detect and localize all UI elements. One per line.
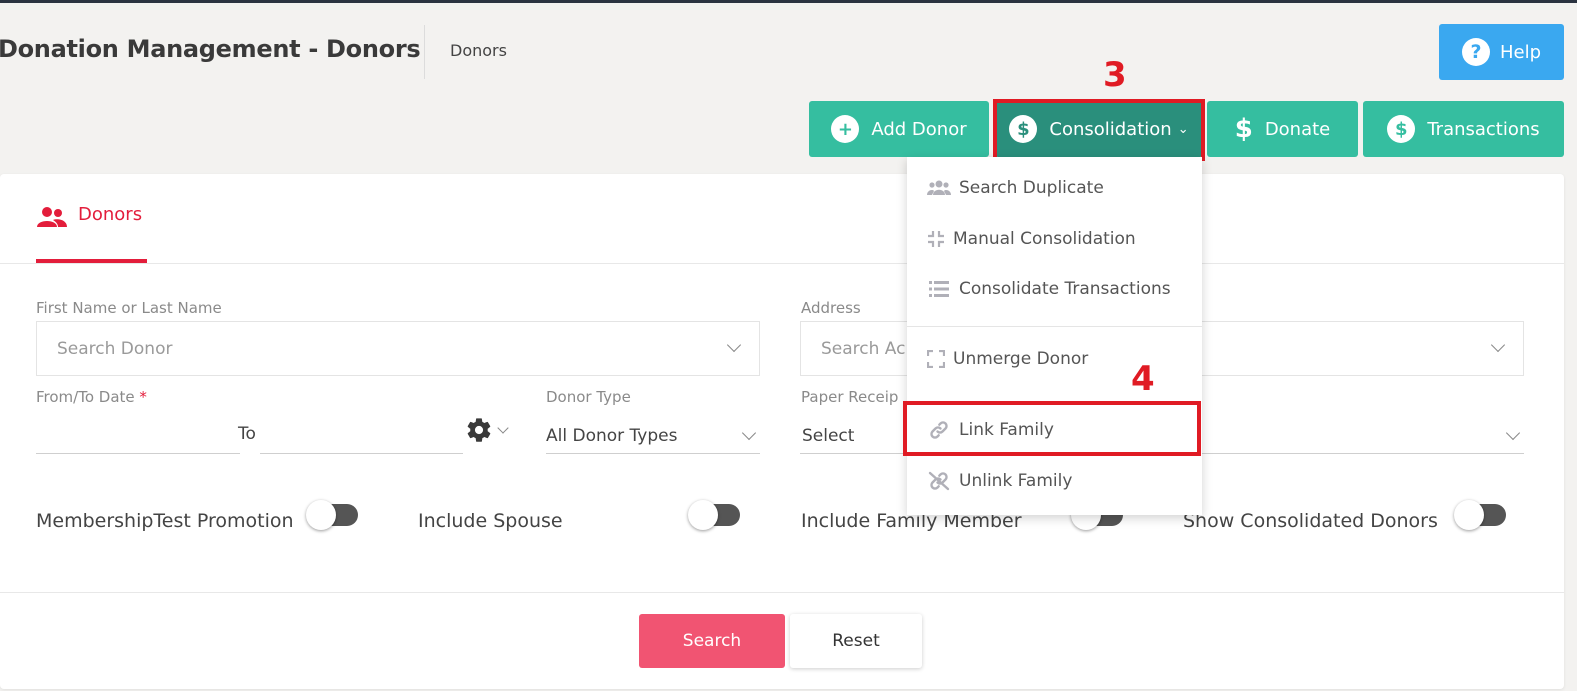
name-search-input[interactable]: Search Donor [36,321,760,376]
toggle-knob [306,500,336,530]
donor-type-select[interactable]: All Donor Types [546,424,760,454]
help-label: Help [1499,41,1542,63]
paper-receipt-label: Paper Receip [801,388,899,406]
name-label: First Name or Last Name [36,299,222,317]
donate-button[interactable]: $ Donate [1207,101,1358,157]
toggle-knob [688,500,718,530]
menu-item-unlink-family[interactable]: Unlink Family [927,471,1072,491]
date-label: From/To Date * [36,388,147,406]
annotation-step-4: 4 [1131,359,1155,399]
add-donor-label: Add Donor [871,118,967,140]
users-icon [37,207,67,227]
tab-divider [0,263,1564,264]
dollar-icon: $ [1387,115,1416,143]
plus-icon: + [831,115,860,143]
breadcrumb[interactable]: Donors [450,41,507,60]
chevron-down-icon [726,337,742,353]
to-date-input[interactable] [260,424,463,454]
menu-item-search-duplicate[interactable]: Search Duplicate [927,178,1104,198]
search-card: Donors First Name or Last Name Search Do… [0,174,1564,689]
spouse-toggle-label: Include Spouse [418,510,563,532]
question-icon: ? [1461,38,1490,66]
name-placeholder: Search Donor [57,338,173,359]
menu-item-consolidate-transactions[interactable]: Consolidate Transactions [927,279,1171,299]
consolidated-toggle-label: Show Consolidated Donors [1183,510,1438,532]
users-icon [927,180,951,196]
to-label: To [238,424,256,444]
toggle-knob [1454,500,1484,530]
help-button[interactable]: ? Help [1439,24,1564,80]
donate-label: Donate [1264,118,1331,140]
page-title: Donation Management - Donors [0,35,421,63]
gear-icon [467,418,491,442]
add-donor-button[interactable]: + Add Donor [809,101,989,157]
from-date-input[interactable] [36,424,240,454]
chevron-down-icon [1505,425,1521,441]
spouse-toggle[interactable] [688,500,740,530]
transactions-label: Transactions [1427,118,1540,140]
expand-icon [927,350,945,368]
annotation-box-link-family [903,401,1201,456]
address-placeholder: Search Ac [821,338,906,359]
menu-divider [907,326,1202,327]
membership-toggle-label: MembershipTest Promotion [36,510,294,532]
date-settings-button[interactable] [465,416,509,444]
required-marker: * [139,388,147,406]
donor-type-label: Donor Type [546,388,631,406]
membership-toggle[interactable] [306,500,358,530]
unlink-icon [927,471,951,491]
list-icon [927,281,951,297]
annotation-step-3: 3 [1103,55,1127,95]
consolidated-toggle[interactable] [1454,500,1506,530]
chevron-down-icon [1490,337,1506,353]
footer-divider [0,592,1564,593]
dollar-icon: $ [1234,114,1253,144]
annotation-box-consolidation [993,99,1205,161]
chevron-down-icon [497,422,509,434]
compress-icon [927,230,945,248]
tab-donors-label: Donors [78,204,143,225]
reset-button[interactable]: Reset [790,614,922,668]
search-button[interactable]: Search [639,614,785,668]
chevron-down-icon [741,425,757,441]
address-label: Address [801,299,861,317]
title-divider [424,25,425,79]
transactions-button[interactable]: $ Transactions [1363,101,1564,157]
menu-item-unmerge-donor[interactable]: Unmerge Donor [927,349,1088,369]
menu-item-manual-consolidation[interactable]: Manual Consolidation [927,229,1136,249]
tab-donors[interactable]: Donors [36,202,147,264]
consolidation-dropdown-menu: Search Duplicate Manual Consolidation Co… [907,157,1202,515]
